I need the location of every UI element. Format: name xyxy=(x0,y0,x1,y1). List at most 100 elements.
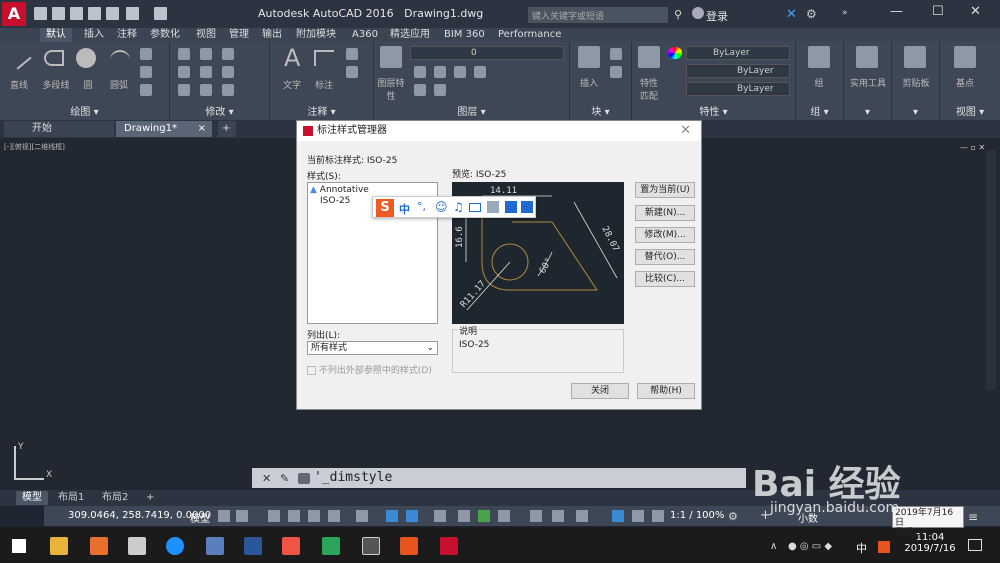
emoji-icon[interactable]: ☺ xyxy=(435,200,448,214)
xref-checkbox[interactable]: 不列出外部参照中的样式(D) xyxy=(307,363,432,376)
viewport-window-controls[interactable]: — ▫ ✕ xyxy=(960,143,985,152)
group-label-draw[interactable]: 绘图 ▾ xyxy=(0,103,169,118)
copy-icon[interactable] xyxy=(178,66,190,78)
binoculars-icon[interactable]: ⚲ xyxy=(674,8,682,21)
windows-start-icon[interactable] xyxy=(12,539,26,553)
help-button[interactable]: 帮助(H) xyxy=(637,383,695,399)
mirror-icon[interactable] xyxy=(200,66,212,78)
dynamic-ucs-icon[interactable] xyxy=(530,510,542,522)
rotate-icon[interactable] xyxy=(200,48,212,60)
minimize-icon[interactable]: — xyxy=(890,4,903,19)
close-window-icon[interactable]: ✕ xyxy=(970,4,981,19)
layer-dropdown[interactable]: 0 xyxy=(410,46,564,60)
3d-osnap-icon[interactable] xyxy=(498,510,510,522)
grid-menu-icon[interactable] xyxy=(521,201,533,213)
insert-block-tool[interactable]: 插入 xyxy=(576,76,602,89)
dimension-tool[interactable]: 标注 xyxy=(312,78,336,91)
model-space-button[interactable]: 模型 xyxy=(190,510,210,525)
ortho-icon[interactable] xyxy=(308,510,320,522)
polar-icon[interactable] xyxy=(328,510,340,522)
circle-icon[interactable] xyxy=(76,48,96,68)
array-icon[interactable] xyxy=(222,84,234,96)
punctuation-icon[interactable]: °, xyxy=(417,200,426,213)
lineweight-icon[interactable] xyxy=(434,510,446,522)
exchange-icon[interactable]: ✕ xyxy=(786,7,797,22)
layer-lock-icon[interactable] xyxy=(474,66,486,78)
tab-a360[interactable]: A360 xyxy=(346,28,384,42)
tab-layout2[interactable]: 布局2 xyxy=(96,491,134,505)
utilities-tool[interactable]: 实用工具 xyxy=(846,76,890,89)
hatch-icon[interactable] xyxy=(140,66,152,78)
override-style-button[interactable]: 替代(O)... xyxy=(635,249,695,265)
autocad-logo[interactable]: A xyxy=(2,2,26,26)
maximize-icon[interactable]: ☐ xyxy=(932,4,944,19)
save-as-icon[interactable] xyxy=(88,7,101,20)
edit-block-icon[interactable] xyxy=(610,66,622,78)
osnap-icon[interactable] xyxy=(406,510,418,522)
polyline-tool[interactable]: 多段线 xyxy=(38,78,74,91)
gizmo-icon[interactable] xyxy=(576,510,588,522)
infer-icon[interactable] xyxy=(268,510,280,522)
tab-insert[interactable]: 插入 xyxy=(78,28,110,42)
insert-block-icon[interactable] xyxy=(578,46,600,68)
xmind-icon[interactable] xyxy=(282,537,300,555)
store-icon[interactable] xyxy=(206,537,224,555)
viewport-controls[interactable]: [-][俯视][二维线框] xyxy=(4,142,65,152)
a360-icon[interactable]: ⚙ xyxy=(806,7,817,21)
group-label-block[interactable]: 块 ▾ xyxy=(570,103,631,118)
list-filter-select[interactable]: 所有样式 ⌄ xyxy=(307,341,438,355)
group-label-clipboard[interactable]: ▾ xyxy=(892,107,939,118)
clipboard-tool[interactable]: 剪贴板 xyxy=(896,76,936,89)
sogou-logo-icon[interactable]: S xyxy=(376,199,394,217)
selection-filter-icon[interactable] xyxy=(552,510,564,522)
word-icon[interactable] xyxy=(244,537,262,555)
save-icon[interactable] xyxy=(70,7,83,20)
tab-start[interactable]: 开始 xyxy=(4,121,114,137)
mail-icon[interactable] xyxy=(128,537,146,555)
scale-readout[interactable]: 1:1 / 100% xyxy=(670,510,724,521)
ime-indicator[interactable]: 中 xyxy=(856,540,867,556)
group-label-modify[interactable]: 修改 ▾ xyxy=(170,103,269,118)
group-label-layers[interactable]: 图层 ▾ xyxy=(374,103,569,118)
circle-tool[interactable]: 圆 xyxy=(78,78,98,91)
navigation-bar[interactable] xyxy=(986,150,996,390)
tab-output[interactable]: 输出 xyxy=(256,28,288,42)
group-label-annotation[interactable]: 注释 ▾ xyxy=(270,103,373,118)
tab-manage[interactable]: 管理 xyxy=(223,28,255,42)
voice-icon[interactable]: ♫ xyxy=(453,200,464,214)
text-icon[interactable]: A xyxy=(284,44,300,72)
more-icon[interactable]: » xyxy=(842,8,848,18)
close-cmd-icon[interactable]: ✕ xyxy=(262,472,271,485)
arc-icon[interactable] xyxy=(110,50,130,70)
login-button[interactable]: 登录 xyxy=(706,8,728,24)
tab-performance[interactable]: Performance xyxy=(492,28,567,42)
layer-previous-icon[interactable] xyxy=(434,84,446,96)
grid-icon[interactable] xyxy=(218,510,230,522)
wrench-icon[interactable]: ✎ xyxy=(280,472,289,485)
app-icon-orange[interactable] xyxy=(90,537,108,555)
calculator-icon[interactable] xyxy=(856,46,878,68)
style-item-iso25[interactable]: ISO-25 xyxy=(320,196,350,206)
dimension-icon[interactable] xyxy=(314,50,334,66)
layer-match-icon[interactable] xyxy=(414,84,426,96)
tab-view[interactable]: 视图 xyxy=(190,28,222,42)
add-tab-button[interactable]: + xyxy=(218,121,236,137)
green-app-icon[interactable] xyxy=(322,537,340,555)
leader-icon[interactable] xyxy=(346,48,358,60)
tab-addins[interactable]: 附加模块 xyxy=(290,28,342,42)
autocad-taskbar-icon[interactable] xyxy=(440,537,458,555)
notification-center-icon[interactable] xyxy=(968,539,982,551)
edge-browser-icon[interactable] xyxy=(166,537,184,555)
stretch-icon[interactable] xyxy=(178,84,190,96)
polyline-icon[interactable] xyxy=(44,50,64,66)
rectangle-icon[interactable] xyxy=(140,48,152,60)
layer-freeze-icon[interactable] xyxy=(454,66,466,78)
table-icon[interactable] xyxy=(346,66,358,78)
color-dropdown[interactable]: ByLayer xyxy=(686,46,790,60)
tab-drawing1[interactable]: Drawing1* × xyxy=(116,121,212,137)
match-properties-tool[interactable]: 特性匹配 xyxy=(636,76,662,102)
basepoint-icon[interactable] xyxy=(954,46,976,68)
auto-scale-icon[interactable] xyxy=(632,510,644,522)
scale-icon[interactable] xyxy=(200,84,212,96)
line-icon[interactable] xyxy=(6,44,32,70)
